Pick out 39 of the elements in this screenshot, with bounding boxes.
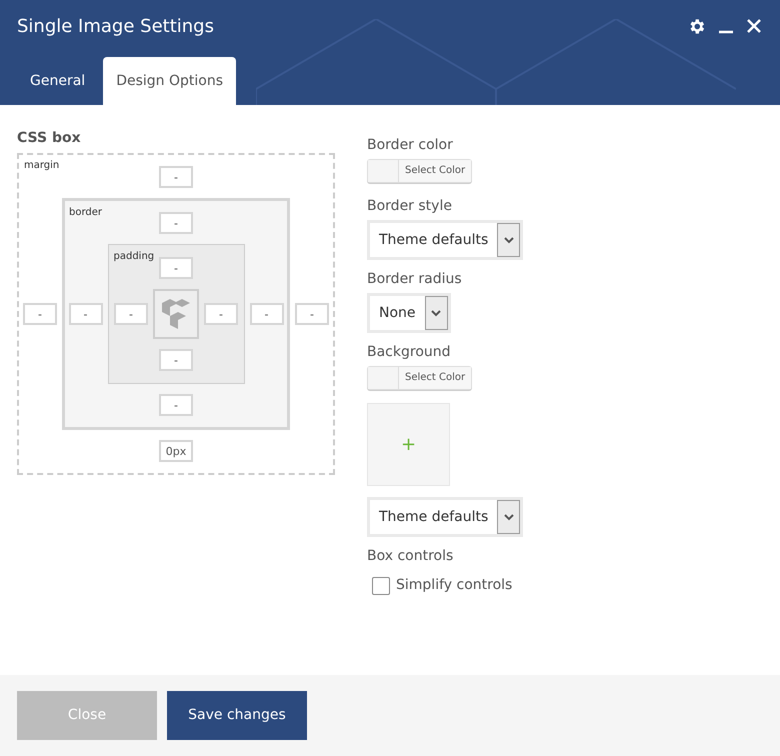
select-field[interactable]: None xyxy=(367,293,451,333)
select-field[interactable]: Theme defaults xyxy=(367,220,524,260)
spacing-input[interactable]: - xyxy=(159,212,193,234)
color-swatch xyxy=(368,367,399,389)
spacing-input[interactable]: - xyxy=(159,257,193,279)
tab[interactable]: General xyxy=(17,57,98,105)
section-title: CSS box xyxy=(17,129,82,148)
checkbox[interactable] xyxy=(372,576,390,594)
spacing-input[interactable]: - xyxy=(250,303,284,325)
field-label: Border radius xyxy=(367,270,463,289)
tab[interactable]: Design Options xyxy=(103,57,236,105)
spacing-input[interactable]: - xyxy=(159,349,193,371)
select-field[interactable]: Theme defaults xyxy=(367,497,524,537)
box-label: border xyxy=(69,206,102,220)
field-label: Background xyxy=(367,343,452,362)
spacing-input[interactable]: - xyxy=(204,303,238,325)
spacing-input[interactable]: - xyxy=(159,166,193,188)
chevron-down-icon xyxy=(504,513,514,521)
box-label: padding xyxy=(114,250,154,264)
checkbox-label: Simplify controls xyxy=(396,576,512,595)
save-button[interactable]: Save changes xyxy=(167,691,307,740)
box-label: margin xyxy=(24,159,60,173)
spacing-input[interactable]: - xyxy=(295,303,329,325)
spacing-input[interactable]: - xyxy=(68,303,102,325)
chevron-down-icon xyxy=(431,309,442,317)
window-title: Single Image Settings xyxy=(17,14,214,38)
spacing-input[interactable]: 0px xyxy=(159,440,193,462)
spacing-input[interactable]: - xyxy=(159,394,193,416)
select-color-button[interactable]: Select Color xyxy=(367,159,472,183)
color-swatch xyxy=(368,160,399,182)
field-label: Border style xyxy=(367,197,453,216)
close-icon[interactable] xyxy=(746,18,762,34)
chevron-down-icon xyxy=(504,236,514,244)
spacing-input[interactable]: - xyxy=(23,303,57,325)
field-label: Border color xyxy=(367,136,454,155)
select-color-button[interactable]: Select Color xyxy=(367,366,472,390)
spacing-input[interactable]: - xyxy=(114,303,148,325)
field-label: Box controls xyxy=(367,547,454,566)
cubes-logo-icon xyxy=(160,297,192,331)
